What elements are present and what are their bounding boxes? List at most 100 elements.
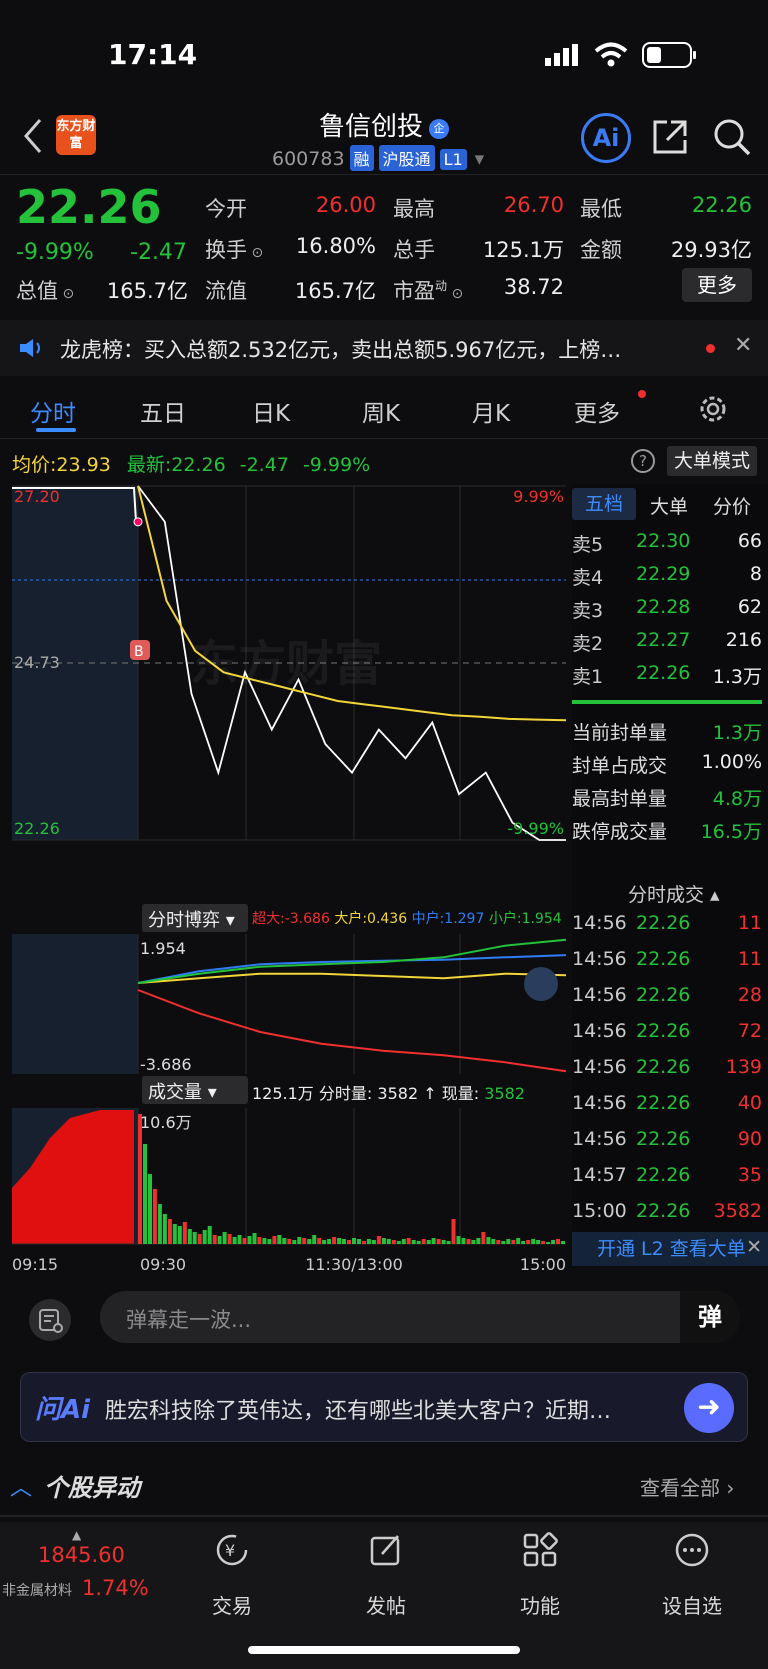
volume-bar bbox=[242, 1238, 247, 1244]
search-icon[interactable] bbox=[712, 117, 752, 157]
danmu-input[interactable]: 弹幕走一波... 弹 bbox=[100, 1291, 740, 1343]
tab-weekly[interactable]: 周K bbox=[362, 394, 400, 428]
tab-price-dist[interactable]: 分价 bbox=[713, 492, 751, 519]
tick-time: 14:56 bbox=[572, 948, 627, 970]
ask-ai-bar[interactable]: 问Ai 胜宏科技除了英伟达，还有哪些北美大客户？近期… ➜ bbox=[20, 1372, 748, 1442]
volume-bar bbox=[237, 1235, 242, 1244]
tab-more[interactable]: 更多 bbox=[574, 394, 620, 428]
tick-volume: 35 bbox=[737, 1164, 762, 1186]
nav-post[interactable]: 发帖 bbox=[346, 1590, 426, 1619]
tab-monthly[interactable]: 月K bbox=[472, 394, 510, 428]
seal-label: 最高封单量 bbox=[572, 788, 668, 810]
low-label: 最低 bbox=[580, 197, 622, 221]
chart-tabs: 分时 五日 日K 周K 月K 更多 bbox=[0, 382, 768, 438]
tick-time: 14:57 bbox=[572, 1164, 627, 1186]
danmu-settings-icon[interactable] bbox=[28, 1298, 72, 1342]
nav-add-watchlist[interactable]: 设自选 bbox=[652, 1590, 732, 1619]
volume-bar bbox=[282, 1238, 287, 1244]
orderbook-row[interactable]: 卖3 22.28 62 bbox=[572, 596, 762, 623]
post-icon[interactable] bbox=[368, 1532, 404, 1568]
volume-bar bbox=[347, 1240, 351, 1244]
price-info-bar: 均价:23.93 最新:22.26 -2.47 -9.99% bbox=[12, 454, 371, 476]
volume-bar bbox=[138, 1114, 142, 1244]
tab-5day[interactable]: 五日 bbox=[140, 394, 186, 428]
ask-ai-logo: 问Ai bbox=[35, 1395, 91, 1425]
tab-daily[interactable]: 日K bbox=[252, 394, 290, 428]
high-value: 26.70 bbox=[503, 193, 564, 217]
notice-bar[interactable]: 龙虎榜：买入总额2.532亿元，卖出总额5.967亿元，上榜… ✕ bbox=[0, 320, 768, 376]
view-all-link[interactable]: 查看全部 › bbox=[640, 1472, 734, 1501]
danmu-toggle-button[interactable]: 弹 bbox=[680, 1291, 740, 1343]
nav-functions[interactable]: 功能 bbox=[500, 1590, 580, 1619]
volume-bar bbox=[152, 1189, 157, 1244]
charts-area[interactable]: B 东方财富 27.20 24.73 22.26 9.99% -9.99% 1.954 -3.6… bbox=[0, 484, 572, 1274]
volume-bar bbox=[451, 1219, 456, 1244]
help-icon[interactable]: ? bbox=[631, 449, 655, 473]
ytick-right-bottom: -9.99% bbox=[507, 819, 564, 838]
volume-bar bbox=[157, 1204, 162, 1244]
volume-bar bbox=[441, 1240, 446, 1244]
volume-bar bbox=[401, 1239, 406, 1244]
volume-label: 总手 bbox=[393, 238, 435, 262]
more-button[interactable]: 更多 bbox=[682, 268, 752, 302]
turnover-label[interactable]: 换手 ⊙ bbox=[205, 234, 263, 264]
volume-bar bbox=[352, 1238, 356, 1244]
volume-bar bbox=[376, 1236, 381, 1244]
settings-icon[interactable] bbox=[698, 394, 728, 424]
mktcap-value: 165.7亿 bbox=[106, 279, 188, 303]
ticks-title[interactable]: 分时成交 ▴ bbox=[628, 880, 720, 907]
xtick-3: 15:00 bbox=[520, 1255, 566, 1274]
ai-button[interactable]: Ai bbox=[581, 113, 631, 163]
turnover-value: 16.80% bbox=[295, 234, 376, 258]
tick-price: 22.26 bbox=[636, 912, 691, 934]
volume-bar bbox=[322, 1240, 327, 1244]
orderbook-row[interactable]: 卖5 22.30 66 bbox=[572, 530, 762, 557]
more-circle-icon[interactable] bbox=[674, 1532, 710, 1568]
volume-selector[interactable]: 成交量 ▾ bbox=[142, 1076, 248, 1104]
volume-bar bbox=[177, 1226, 182, 1244]
pe-label[interactable]: 市盈动 ⊙ bbox=[393, 275, 463, 305]
status-time: 17:14 bbox=[108, 38, 198, 71]
tab-big-orders[interactable]: 大单 bbox=[650, 492, 688, 519]
orderbook-row[interactable]: 卖4 22.29 8 bbox=[572, 563, 762, 590]
tick-row: 14:56 22.26 11 bbox=[572, 912, 762, 934]
price-change: -2.47 bbox=[130, 240, 187, 265]
nav-trade[interactable]: 交易 bbox=[192, 1590, 272, 1619]
volume-bar bbox=[481, 1232, 486, 1244]
volume-bar bbox=[337, 1238, 342, 1244]
dropdown-icon: ▾ bbox=[474, 148, 485, 170]
orderbook-row[interactable]: 卖2 22.27 216 bbox=[572, 629, 762, 656]
index-value[interactable]: 1845.60 bbox=[38, 1543, 125, 1567]
functions-icon[interactable] bbox=[522, 1532, 558, 1568]
tick-row: 14:56 22.26 139 bbox=[572, 1056, 762, 1078]
tick-price: 22.26 bbox=[636, 1200, 691, 1222]
stock-code-row[interactable]: 600783 融沪股通 L1 ▾ bbox=[272, 145, 484, 171]
svg-text:¥: ¥ bbox=[225, 1541, 235, 1560]
mktcap-label[interactable]: 总值 ⊙ bbox=[16, 275, 74, 305]
arrow-right-icon[interactable]: ➜ bbox=[684, 1383, 734, 1433]
signal-icon bbox=[545, 44, 578, 66]
share-icon[interactable] bbox=[651, 118, 689, 156]
close-icon[interactable]: ✕ bbox=[734, 333, 752, 358]
volume-bar bbox=[342, 1239, 346, 1244]
info-dots-icon: ⊙ bbox=[58, 286, 75, 302]
trade-icon[interactable]: ¥ bbox=[214, 1532, 250, 1568]
volume-bar bbox=[162, 1214, 167, 1244]
big-order-mode-button[interactable]: 大单模式 bbox=[667, 446, 757, 476]
volume-bar bbox=[496, 1240, 501, 1244]
volume-value: 125.1万 bbox=[482, 238, 564, 262]
close-icon[interactable]: ✕ bbox=[746, 1230, 762, 1264]
tab-orderbook[interactable]: 五档 bbox=[572, 488, 636, 520]
ob-price: 22.28 bbox=[636, 596, 691, 618]
fund-flow-selector[interactable]: 分时博弈 ▾ bbox=[142, 904, 248, 932]
volume-bar bbox=[267, 1239, 272, 1244]
l2-upgrade-banner[interactable]: 开通 L2 查看大单 ✕ bbox=[572, 1232, 768, 1266]
chevron-up-icon[interactable]: ︿ bbox=[10, 1470, 32, 1502]
volume-bar bbox=[187, 1229, 192, 1244]
tag-level: L1 bbox=[439, 149, 467, 170]
tab-intraday[interactable]: 分时 bbox=[30, 394, 76, 428]
tag-margin: 融 bbox=[349, 145, 374, 171]
ob-label: 卖3 bbox=[572, 600, 604, 622]
orderbook-row[interactable]: 卖1 22.26 1.3万 bbox=[572, 662, 762, 689]
tick-volume: 90 bbox=[737, 1128, 762, 1150]
